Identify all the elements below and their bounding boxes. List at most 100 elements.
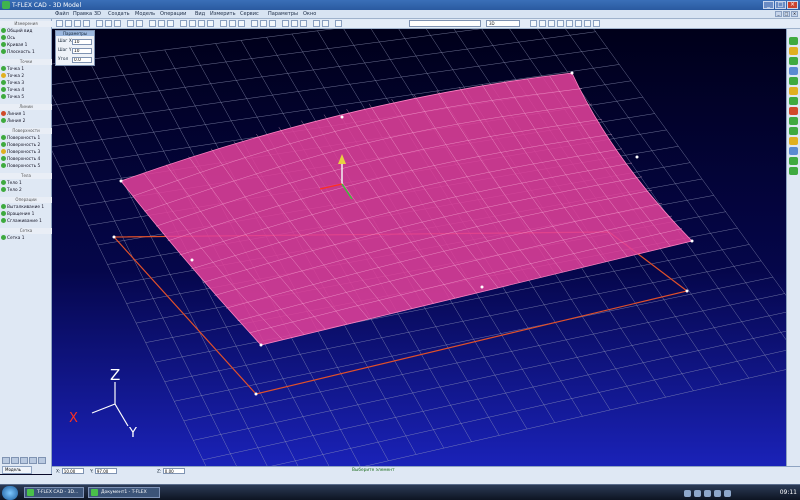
menu-operations[interactable]: Операции [160,11,186,17]
menu-measure[interactable]: Измерить [210,11,236,17]
view-side-icon[interactable] [198,20,205,27]
tree-item[interactable]: Поверхность 2 [1,142,51,149]
curve-tool-icon[interactable] [530,20,537,27]
doc-restore-button[interactable]: □ [783,11,790,17]
tree-item[interactable]: Общий вид [1,28,51,35]
help-icon[interactable] [335,20,342,27]
pan-icon[interactable] [158,20,165,27]
close-button[interactable]: × [787,1,798,9]
tree-item[interactable]: Поверхность 5 [1,163,51,170]
arc-tool-icon[interactable] [548,20,555,27]
doc-minimize-button[interactable]: _ [775,11,782,17]
update-icon[interactable] [724,489,731,497]
tool-icon[interactable] [789,87,798,95]
tree-item[interactable]: Точка 3 [1,80,51,87]
tool-icon[interactable] [789,147,798,155]
chamfer-tool-icon[interactable] [593,20,600,27]
maximize-button[interactable]: □ [775,1,786,9]
tool-icon[interactable] [789,77,798,85]
section-icon[interactable] [291,20,298,27]
tree-item[interactable]: Поверхность 1 [1,135,51,142]
tree-collapse-icon[interactable] [11,457,19,464]
tree-item[interactable]: Ось [1,35,51,42]
tree-item[interactable]: Точка 5 [1,94,51,101]
step-y-input[interactable] [72,48,92,54]
menu-service[interactable]: Сервис [240,11,259,17]
view-top-icon[interactable] [189,20,196,27]
language-icon[interactable] [704,489,711,497]
tree-settings-icon[interactable] [38,457,46,464]
tree-item[interactable]: Тело 1 [1,180,51,187]
menu-view[interactable]: Вид [195,11,205,17]
layer-combo[interactable] [409,20,481,27]
menu-file[interactable]: Файл [55,11,69,17]
extend-tool-icon[interactable] [575,20,582,27]
tool-icon[interactable] [789,97,798,105]
copy-icon[interactable] [105,20,112,27]
menu-edit[interactable]: Правка [73,11,92,17]
tool-icon[interactable] [789,167,798,175]
tree-expand-icon[interactable] [2,457,10,464]
tool-icon[interactable] [789,37,798,45]
3d-viewport[interactable]: Z X Y [52,29,786,466]
grid-icon[interactable] [251,20,258,27]
menu-create[interactable]: Создать [108,11,130,17]
coord-z-input[interactable] [162,468,185,474]
measure-icon[interactable] [282,20,289,27]
save-icon[interactable] [74,20,81,27]
tree-item[interactable]: Точка 1 [1,66,51,73]
menu-model[interactable]: Модель [135,11,155,17]
step-x-input[interactable] [72,39,92,45]
print-icon[interactable] [83,20,90,27]
menu-3d[interactable]: 3D [94,11,101,17]
trim-tool-icon[interactable] [566,20,573,27]
view-iso-icon[interactable] [207,20,214,27]
tool-icon[interactable] [789,107,798,115]
tool-icon[interactable] [789,137,798,145]
layers-icon[interactable] [269,20,276,27]
menu-parameters[interactable]: Параметры [268,11,298,17]
open-file-icon[interactable] [65,20,72,27]
shade-icon[interactable] [220,20,227,27]
zoom-icon[interactable] [149,20,156,27]
tool-icon[interactable] [789,117,798,125]
start-button[interactable] [2,486,18,500]
select-icon[interactable] [313,20,320,27]
spline-tool-icon[interactable] [539,20,546,27]
scene-canvas[interactable]: Z X Y [52,29,786,466]
fillet-tool-icon[interactable] [584,20,591,27]
tree-item[interactable]: Кривая 1 [1,42,51,49]
paste-icon[interactable] [114,20,121,27]
wireframe-icon[interactable] [229,20,236,27]
tool-icon[interactable] [789,127,798,135]
doc-close-button[interactable]: × [791,11,798,17]
tree-item[interactable]: Плоскость 1 [1,49,51,56]
tool-icon[interactable] [789,67,798,75]
minimize-button[interactable]: _ [763,1,774,9]
tree-item[interactable]: Линия 1 [1,111,51,118]
tree-item[interactable]: Поверхность 4 [1,156,51,163]
tab-model[interactable]: Модель [2,466,32,474]
loop-tool-icon[interactable] [557,20,564,27]
filter-icon[interactable] [322,20,329,27]
tree-item[interactable]: Сетка 1 [1,235,51,242]
view-front-icon[interactable] [180,20,187,27]
tree-filter-icon[interactable] [20,457,28,464]
tree-item[interactable]: Точка 2 [1,73,51,80]
coord-x-input[interactable] [61,468,84,474]
cut-icon[interactable] [96,20,103,27]
angle-input[interactable] [72,57,92,63]
coord-y-input[interactable] [94,468,117,474]
tree-item[interactable]: Сглаживание 1 [1,218,51,225]
snap-icon[interactable] [260,20,267,27]
network-icon[interactable] [684,489,691,497]
tree-item[interactable]: Вращение 1 [1,211,51,218]
hidden-lines-icon[interactable] [238,20,245,27]
curved-surface[interactable] [120,72,693,346]
tree-item[interactable]: Точка 4 [1,87,51,94]
tool-icon[interactable] [789,47,798,55]
tree-item[interactable]: Линия 2 [1,118,51,125]
tree-search-icon[interactable] [29,457,37,464]
new-file-icon[interactable] [56,20,63,27]
view-combo[interactable]: 3D [486,20,520,27]
